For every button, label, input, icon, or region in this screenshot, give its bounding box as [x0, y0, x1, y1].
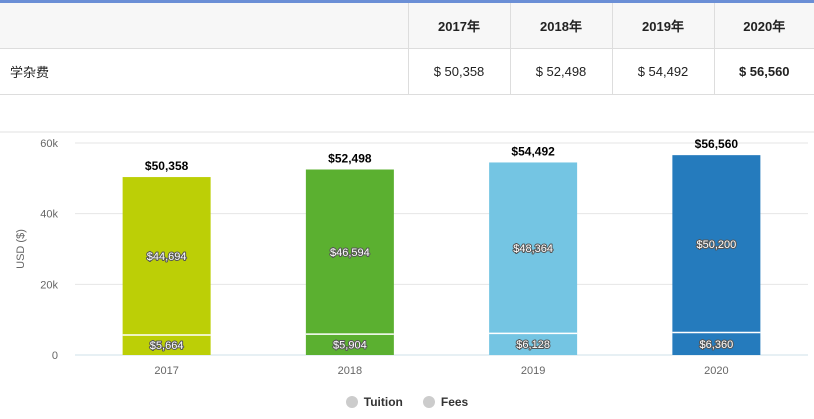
- data-label-fees: $5,664: [150, 340, 184, 352]
- fee-table: 2017年 2018年 2019年 2020年 学杂费 $ 50,358 $ 5…: [0, 3, 814, 95]
- table-cell-2017: $ 50,358: [407, 48, 510, 95]
- legend-label: Tuition: [363, 395, 403, 409]
- x-tick-label: 2020: [704, 365, 728, 377]
- table-cell-2019: $ 54,492: [611, 48, 714, 95]
- total-label: $54,492: [511, 144, 555, 158]
- table-header-2017: 2017年: [407, 3, 510, 49]
- data-label-tuition: $50,200: [696, 239, 736, 251]
- total-label: $50,358: [145, 159, 189, 173]
- table-header-row: 2017年 2018年 2019年 2020年: [0, 3, 814, 49]
- table-row-label: 学杂费: [0, 48, 408, 95]
- table-corner-cell: [0, 3, 408, 49]
- table-cell-2020: $ 56,560: [713, 48, 814, 95]
- stacked-bar-chart: 0 20k 40k 60k USD ($) $44,694 $5,664 $50,358 201…: [0, 131, 814, 377]
- table-header-2020: 2020年: [713, 3, 814, 49]
- total-label: $52,498: [328, 152, 372, 166]
- y-tick-label: 40k: [40, 209, 58, 221]
- chart-legend: Tuition Fees: [0, 395, 814, 411]
- data-label-tuition: $46,594: [330, 247, 370, 259]
- data-label-fees: $6,360: [700, 339, 734, 351]
- data-label-fees: $5,904: [333, 340, 367, 352]
- x-tick-label: 2019: [521, 365, 545, 377]
- y-axis-label: USD ($): [15, 229, 27, 269]
- y-tick-label: 60k: [40, 138, 58, 150]
- y-tick-label: 20k: [40, 279, 58, 291]
- y-tick-label: 0: [52, 350, 58, 362]
- table-cell-2018: $ 52,498: [509, 48, 612, 95]
- legend-item-tuition[interactable]: Tuition: [345, 395, 403, 409]
- data-label-fees: $6,128: [516, 339, 550, 351]
- legend-item-fees[interactable]: Fees: [422, 395, 469, 409]
- x-tick-label: 2018: [338, 365, 362, 377]
- legend-label: Fees: [440, 395, 469, 409]
- data-label-tuition: $44,694: [147, 251, 187, 263]
- legend-marker-icon: [422, 396, 435, 408]
- data-label-tuition: $48,364: [513, 243, 553, 255]
- legend-marker-icon: [345, 396, 358, 408]
- table-header-2018: 2018年: [509, 3, 612, 49]
- table-row: 学杂费 $ 50,358 $ 52,498 $ 54,492 $ 56,560: [0, 48, 814, 95]
- x-tick-label: 2017: [154, 365, 178, 377]
- chart-container: 0 20k 40k 60k USD ($) $44,694 $5,664 $50,358 201…: [0, 130, 814, 419]
- table-header-2019: 2019年: [611, 3, 714, 49]
- total-label: $56,560: [695, 137, 739, 151]
